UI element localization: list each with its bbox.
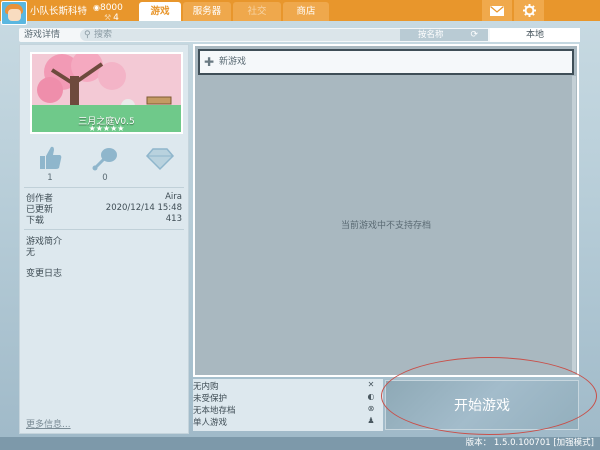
plus-icon: ✚ xyxy=(204,55,215,69)
divider xyxy=(24,229,184,230)
coin-icon: ◉ xyxy=(93,3,100,12)
tab-shop[interactable]: 商店 xyxy=(283,2,329,21)
tab-local[interactable]: 本地 xyxy=(490,28,580,42)
user-profile[interactable]: 小队长斯科特 ◉8000 ⚒ 4 xyxy=(0,0,138,26)
downloads-label: 下载 xyxy=(26,216,45,226)
more-info-link[interactable]: 更多信息... xyxy=(26,417,71,430)
highlight-annotation xyxy=(381,357,597,435)
section-title: 游戏详情 xyxy=(24,30,61,40)
search-placeholder: 搜索 xyxy=(94,30,113,40)
avatar[interactable] xyxy=(1,1,27,25)
shield-icon: ◐ xyxy=(367,392,375,401)
updated-value: 2020/12/14 15:48 xyxy=(105,203,182,213)
info-unprotected: 未受保护 xyxy=(193,394,228,404)
coin-balance: ◉8000 xyxy=(93,3,123,13)
level-badge: ⚒ 4 xyxy=(104,13,119,23)
divider xyxy=(24,187,184,188)
info-no-local-save: 无本地存档 xyxy=(193,406,236,416)
game-thumbnail: 三月之庭V0.5 ★★★★★ xyxy=(30,52,183,134)
author-value: Aira xyxy=(165,192,182,202)
mail-button[interactable] xyxy=(482,0,512,21)
hammer-icon: ⚒ xyxy=(104,13,112,22)
new-game-button[interactable]: ✚ 新游戏 xyxy=(198,49,574,75)
info-no-iap: 无内购 xyxy=(193,382,219,392)
scrollbar[interactable] xyxy=(572,76,576,372)
refresh-icon[interactable]: ⟳ xyxy=(470,29,478,41)
thumbs-up-icon xyxy=(40,146,62,169)
tab-games[interactable]: 游戏 xyxy=(139,2,181,21)
like-stat[interactable]: 1 xyxy=(35,145,65,183)
no-save-icon: ⊗ xyxy=(367,404,375,413)
mail-icon xyxy=(490,5,504,16)
intro-value: 无 xyxy=(26,248,36,258)
gear-icon xyxy=(522,4,536,17)
game-info-panel: 无内购 未受保护 无本地存档 单人游戏 ✕ ◐ ⊗ ♟ xyxy=(193,379,383,431)
search-icon: ⚲ xyxy=(84,30,91,40)
single-player-icon: ♟ xyxy=(367,416,375,425)
favorite-stat[interactable]: 0 xyxy=(90,145,120,183)
no-save-message: 当前游戏中不支持存档 xyxy=(340,221,431,231)
sort-tab[interactable]: 按名称 ⟳ xyxy=(400,29,488,41)
changelog-label: 变更日志 xyxy=(26,269,63,279)
save-slots-panel: ✚ 新游戏 当前游戏中不支持存档 xyxy=(193,44,579,377)
drumstick-icon xyxy=(92,148,117,171)
downloads-value: 413 xyxy=(165,214,182,224)
rating-stars: ★★★★★ xyxy=(88,124,125,133)
new-game-label: 新游戏 xyxy=(219,57,247,67)
gem-stat[interactable] xyxy=(145,145,175,175)
version-label: 版本： 1.5.0.100701 [加强模式] xyxy=(465,438,594,448)
settings-button[interactable] xyxy=(514,0,544,21)
gem-icon xyxy=(145,148,175,171)
tab-social: 社交 xyxy=(233,2,281,21)
info-single-player: 单人游戏 xyxy=(193,418,228,428)
user-name: 小队长斯科特 xyxy=(30,6,88,17)
like-count: 1 xyxy=(47,173,53,183)
sort-label: 按名称 xyxy=(418,30,444,40)
no-purchase-icon: ✕ xyxy=(367,380,375,389)
tab-servers[interactable]: 服务器 xyxy=(183,2,231,21)
favorite-count: 0 xyxy=(102,173,108,183)
game-details-panel: 三月之庭V0.5 ★★★★★ 1 0 创作者 Aira 已更新 2020/12/… xyxy=(19,44,189,434)
